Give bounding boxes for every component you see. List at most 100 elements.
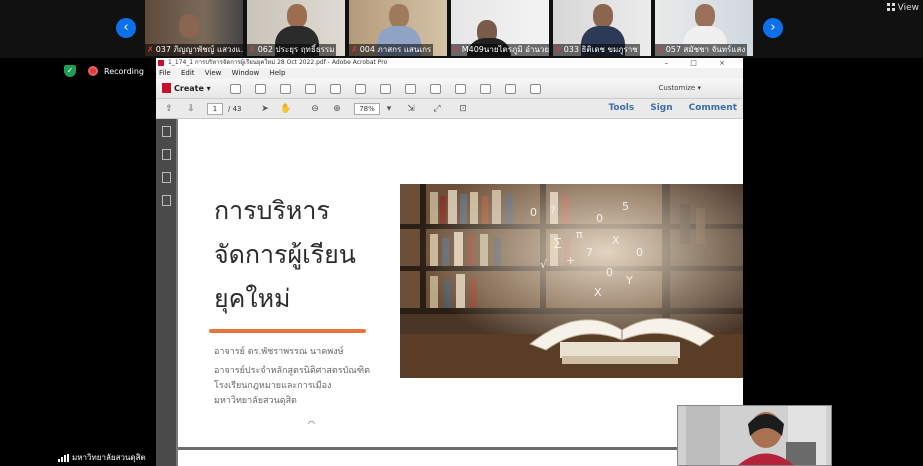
mic-muted-icon: ✗ <box>657 45 664 54</box>
next-page-icon[interactable]: ⇩ <box>186 104 196 114</box>
participant-tile[interactable]: ✗ 004 ภาสกร แสนเกร <box>349 0 447 56</box>
participant-tile[interactable]: ✗ 057 สมัชชา จันทร์แสง <box>655 0 753 56</box>
svg-text:0: 0 <box>636 246 643 259</box>
customize-dropdown[interactable]: Customize ▾ <box>659 84 702 92</box>
highlight-icon[interactable] <box>430 84 441 94</box>
fit-page-icon[interactable]: ⇲ <box>406 104 416 114</box>
lecturer-affiliation: อาจารย์ประจำหลักสูตรนิติศาสตรบัณฑิต โรงเ… <box>214 366 370 406</box>
comment-icon[interactable] <box>405 84 416 94</box>
right-panel-tabs: Tools Sign Comment <box>608 103 737 113</box>
bookmarks-icon[interactable] <box>161 149 171 160</box>
participant-name: ✗ 057 สมัชชา จันทร์แสง <box>655 44 748 56</box>
recording-label: Recording <box>104 66 145 76</box>
export-icon[interactable] <box>505 84 516 94</box>
toolbar-icons <box>230 84 541 94</box>
tab-sign[interactable]: Sign <box>650 103 672 113</box>
svg-text:Y: Y <box>625 274 633 287</box>
pages-thumbnail-icon[interactable] <box>161 126 171 137</box>
zoom-out-icon[interactable]: ⊖ <box>310 104 320 114</box>
zoom-level-input[interactable]: 78% <box>354 103 380 115</box>
menu-bar: File Edit View Window Help <box>156 68 743 79</box>
select-tool-icon[interactable]: ➤ <box>260 104 270 114</box>
document-view[interactable]: การบริหาร จัดการผู้เรียน ยุคใหม่ อาจารย์… <box>176 119 743 466</box>
participant-name: ✗ M409นายไตรภูมิ อำนวยค์ <box>451 44 549 56</box>
svg-text:X: X <box>594 286 602 299</box>
svg-text:7: 7 <box>586 246 593 259</box>
zoom-dropdown-icon[interactable]: ▾ <box>384 104 394 114</box>
recording-icon <box>88 66 98 76</box>
hand-tool-icon[interactable]: ✋ <box>280 104 291 114</box>
svg-text:X: X <box>612 234 620 247</box>
open-icon[interactable] <box>230 84 241 94</box>
settings-icon[interactable] <box>380 84 391 94</box>
participant-tile[interactable]: ✗ 062 ประยุร ฤทธิ์ธรรม <box>247 0 345 56</box>
view-button[interactable]: View <box>886 3 919 13</box>
svg-text:+: + <box>566 254 575 267</box>
pdf-icon <box>158 60 164 66</box>
window-controls[interactable]: – □ × <box>665 58 735 68</box>
meeting-status: ✓ Recording <box>64 65 144 77</box>
menu-window[interactable]: Window <box>232 69 260 77</box>
print-icon[interactable] <box>305 84 316 94</box>
svg-text:?: ? <box>550 204 556 217</box>
share-icon[interactable] <box>530 84 541 94</box>
acrobat-window: 1_174_1 การบริหารจัดการผู้เรียนยุคใหม่ 2… <box>156 58 743 466</box>
svg-text:0: 0 <box>530 206 537 219</box>
read-mode-icon[interactable]: ⊡ <box>458 104 468 114</box>
save-icon[interactable] <box>255 84 266 94</box>
attach-icon[interactable] <box>480 84 491 94</box>
participant-tile[interactable]: ✗ 033 ธิติเดช ขมภูราช <box>553 0 651 56</box>
tab-comment[interactable]: Comment <box>689 103 737 113</box>
gallery-prev-button[interactable]: ‹ <box>116 18 136 38</box>
window-title: 1_174_1 การบริหารจัดการผู้เรียนยุคใหม่ 2… <box>168 59 388 66</box>
attachments-icon[interactable] <box>161 172 171 183</box>
speaker-name-label: มหาวิทยาลัยสวนดุสิต <box>58 451 146 464</box>
menu-view[interactable]: View <box>205 69 222 77</box>
cursor-mark-icon: ◠ <box>308 419 315 428</box>
slide-image-library-book: ? 0 5 0X0 7 +0 Y X √ π ∑ <box>400 184 743 378</box>
participant-tile[interactable]: ✗ M409นายไตรภูมิ อำนวยค์ <box>451 0 549 56</box>
create-pdf-icon <box>162 83 171 93</box>
create-button[interactable]: Create ▾ <box>162 83 211 93</box>
lecturer-name: อาจารย์ ดร.พัชราพรรณ นาคพงษ์ <box>214 347 344 357</box>
title-underline <box>209 329 366 333</box>
prev-page-icon[interactable]: ⇧ <box>164 104 174 114</box>
navigation-toolbar: ⇧ ⇩ 1 / 43 ➤ ✋ ⊖ ⊕ 78% ▾ ⇲ ⤢ ⊡ Tools Sig… <box>156 99 743 119</box>
acrobat-title-bar: 1_174_1 การบริหารจัดการผู้เรียนยุคใหม่ 2… <box>156 58 743 68</box>
tab-tools[interactable]: Tools <box>608 103 634 113</box>
signatures-icon[interactable] <box>161 195 171 206</box>
next-page-edge <box>178 447 743 466</box>
participant-name: ✗ 033 ธิติเดช ขมภูราช <box>553 44 640 56</box>
svg-text:5: 5 <box>622 200 629 213</box>
menu-help[interactable]: Help <box>269 69 285 77</box>
mail-icon[interactable] <box>355 84 366 94</box>
mic-muted-icon: ✗ <box>147 45 154 54</box>
page-total: / 43 <box>228 105 242 113</box>
mic-muted-icon: ✗ <box>351 45 358 54</box>
menu-file[interactable]: File <box>159 69 171 77</box>
cloud-icon[interactable] <box>280 84 291 94</box>
page-number-input[interactable]: 1 <box>207 103 223 115</box>
svg-text:0: 0 <box>596 212 603 225</box>
slide-title: การบริหาร จัดการผู้เรียน ยุคใหม่ <box>214 196 356 313</box>
mic-muted-icon: ✗ <box>453 45 460 54</box>
mic-muted-icon: ✗ <box>249 45 256 54</box>
main-toolbar: Create ▾ Customize ▾ <box>156 79 743 99</box>
zoom-in-icon[interactable]: ⊕ <box>332 104 342 114</box>
participant-gallery: ‹ ✗ 037 ภิญญาพัชญ์ แสวงแ... ✗ 062 ประยุร ฤ… <box>0 0 923 58</box>
mic-muted-icon: ✗ <box>555 45 562 54</box>
svg-text:0: 0 <box>606 266 613 279</box>
fullscreen-icon[interactable]: ⤢ <box>432 104 442 114</box>
participant-name: ✗ 037 ภิญญาพัชญ์ แสวงแ... <box>145 44 243 56</box>
svg-text:√: √ <box>540 258 548 271</box>
signal-bars-icon <box>58 453 69 462</box>
participant-name: ✗ 004 ภาสกร แสนเกร <box>349 44 434 56</box>
gallery-next-button[interactable]: › <box>763 18 783 38</box>
edit-icon[interactable] <box>330 84 341 94</box>
menu-edit[interactable]: Edit <box>181 69 195 77</box>
navigation-pane <box>156 119 176 466</box>
shield-icon[interactable]: ✓ <box>64 65 76 77</box>
speaker-video[interactable] <box>677 405 832 466</box>
stamp-icon[interactable] <box>455 84 466 94</box>
participant-tile[interactable]: ✗ 037 ภิญญาพัชญ์ แสวงแ... <box>145 0 243 56</box>
